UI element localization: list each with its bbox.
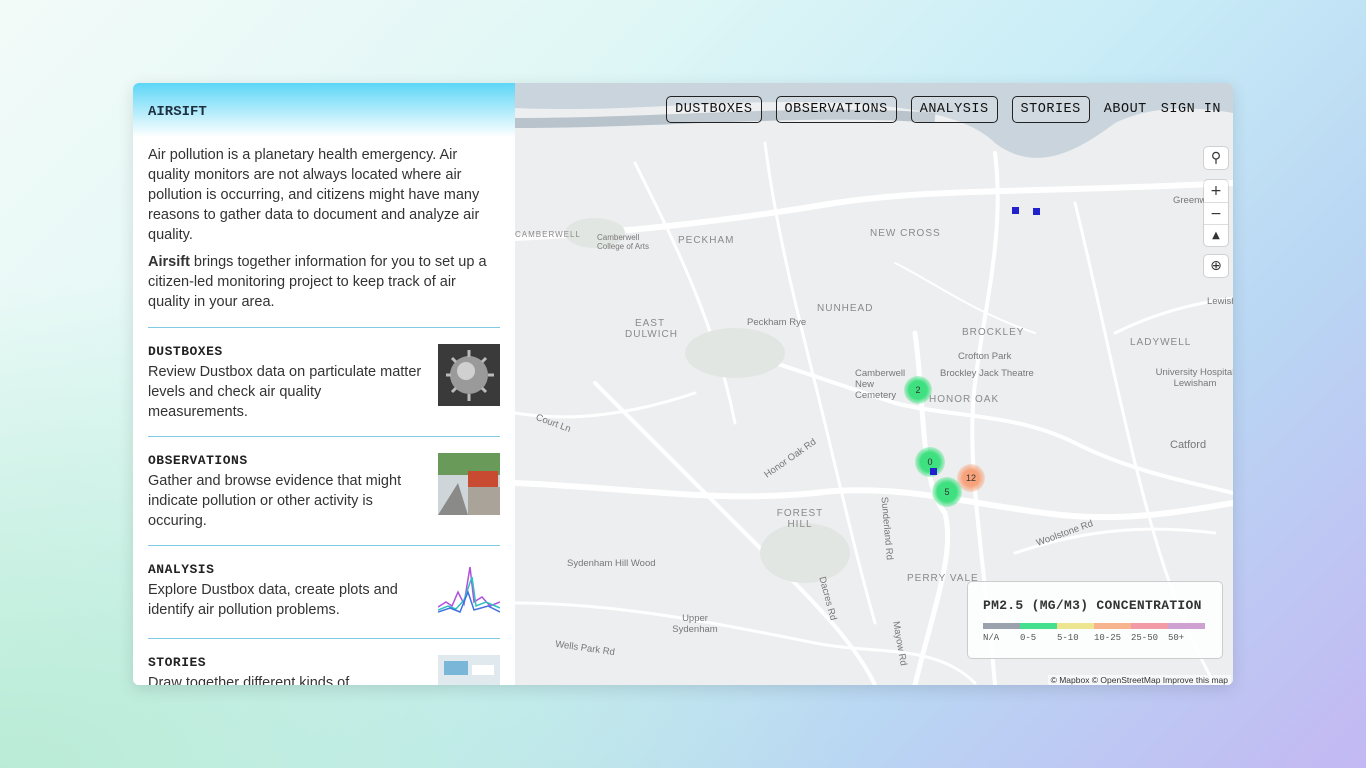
dustbox-marker[interactable] — [930, 468, 937, 475]
intro-paragraph: Air pollution is a planetary health emer… — [148, 147, 480, 243]
legend-swatch — [1094, 623, 1131, 629]
map-label: CAMBERWELL — [515, 230, 581, 239]
geolocate-button[interactable]: ⊕ — [1204, 255, 1228, 277]
map-label: FOREST HILL — [776, 508, 824, 530]
section-dustboxes[interactable]: DUSTBOXES Review Dustbox data on particul… — [148, 327, 500, 436]
legend-tick: 5-10 — [1057, 633, 1079, 643]
section-title: ANALYSIS — [148, 562, 215, 577]
dust-particle-image — [438, 344, 500, 406]
legend-tick: N/A — [983, 633, 1000, 643]
section-text: Review Dustbox data on particulate matte… — [148, 364, 422, 420]
legend-title: PM2.5 (MG/M3) CONCENTRATION — [983, 598, 1202, 613]
analysis-plot-image — [438, 562, 500, 624]
section-text: Gather and browse evidence that might in… — [148, 473, 402, 529]
map-label: Catford — [1170, 439, 1207, 451]
map-zoom-controls: + − ▲ — [1204, 180, 1228, 246]
brand-logo[interactable]: AIRSIFT — [148, 104, 207, 120]
map-label: Sydenham Hill Wood — [567, 558, 656, 569]
legend-tick: 50+ — [1168, 633, 1185, 643]
intro-text: brings together information for you to s… — [148, 254, 487, 310]
map-label: NEW CROSS — [870, 228, 941, 239]
intro-paragraph-2: Airsift brings together information for … — [148, 252, 500, 312]
map-label: PECKHAM — [678, 235, 735, 246]
map[interactable]: NUNHEAD Peckham Rye BROCKLEY Crofton Par… — [515, 83, 1233, 685]
map-label: Brockley Jack Theatre — [940, 368, 1034, 379]
section-stories[interactable]: STORIES Draw together different kinds of — [148, 638, 500, 685]
top-nav: DUSTBOXES OBSERVATIONS ANALYSIS STORIES … — [666, 96, 1221, 123]
zoom-out-button[interactable]: − — [1204, 202, 1228, 224]
zoom-in-button[interactable]: + — [1204, 180, 1228, 202]
cluster-marker[interactable]: 5 — [932, 477, 962, 507]
nav-analysis[interactable]: ANALYSIS — [910, 96, 998, 123]
legend-ticks: N/A 0-5 5-10 10-25 25-50 50+ — [983, 633, 1207, 643]
section-text: Draw together different kinds of — [148, 675, 350, 685]
map-label: Upper Sydenham — [672, 613, 718, 635]
map-label: EAST DULWICH — [625, 318, 678, 340]
nav-observations[interactable]: OBSERVATIONS — [775, 96, 897, 123]
legend-color-bar — [983, 623, 1207, 629]
stories-image — [438, 655, 500, 685]
legend-tick: 0-5 — [1020, 633, 1037, 643]
section-text: Explore Dustbox data, create plots and i… — [148, 582, 398, 618]
app-window: AIRSIFT Air pollution is a planetary hea… — [133, 83, 1233, 685]
geolocate-icon: ⊕ — [1210, 258, 1222, 274]
legend-swatch — [1020, 623, 1057, 629]
pm25-legend: PM2.5 (MG/M3) CONCENTRATION N/A 0-5 5-10 10… — [967, 581, 1223, 659]
legend-tick: 10-25 — [1094, 633, 1122, 643]
nav-sign-in[interactable]: SIGN IN — [1161, 102, 1221, 117]
legend-swatch — [1168, 623, 1205, 629]
sidebar-header: AIRSIFT — [133, 83, 515, 137]
map-label: Camberwell College of Arts — [597, 233, 650, 251]
section-observations[interactable]: OBSERVATIONS Gather and browse evidence t… — [148, 436, 500, 545]
search-icon: ⚲ — [1210, 150, 1222, 166]
map-label: Peckham Rye — [747, 317, 807, 328]
section-title: STORIES — [148, 655, 207, 670]
sidebar: AIRSIFT Air pollution is a planetary hea… — [133, 83, 515, 685]
legend-swatch — [1131, 623, 1168, 629]
map-label: Crofton Park — [958, 351, 1012, 362]
map-label: University Hospital Lewisham — [1155, 367, 1233, 389]
section-title: OBSERVATIONS — [148, 453, 248, 468]
map-label: NUNHEAD — [817, 303, 874, 314]
section-analysis[interactable]: ANALYSIS Explore Dustbox data, create plo… — [148, 545, 500, 638]
compass-icon[interactable]: ▲ — [1204, 224, 1228, 246]
legend-tick: 25-50 — [1131, 633, 1159, 643]
map-attribution[interactable]: © Mapbox © OpenStreetMap Improve this ma… — [1047, 675, 1231, 685]
map-search-button[interactable]: ⚲ — [1204, 147, 1228, 169]
street-photo — [438, 453, 500, 515]
legend-swatch — [983, 623, 1020, 629]
airsift-bold: Airsift — [148, 254, 190, 270]
section-title: DUSTBOXES — [148, 344, 223, 359]
nav-about[interactable]: ABOUT — [1104, 102, 1147, 117]
dustbox-marker[interactable] — [1012, 207, 1019, 214]
map-label: Lewisham — [1207, 296, 1233, 307]
legend-swatch — [1057, 623, 1094, 629]
intro: Air pollution is a planetary health emer… — [133, 137, 515, 312]
map-label: LADYWELL — [1130, 337, 1192, 348]
dustbox-marker[interactable] — [1033, 208, 1040, 215]
cluster-marker[interactable]: 2 — [904, 376, 932, 404]
nav-stories[interactable]: STORIES — [1011, 96, 1090, 123]
nav-dustboxes[interactable]: DUSTBOXES — [666, 96, 762, 123]
map-label: HONOR OAK — [929, 394, 1000, 405]
map-label: BROCKLEY — [962, 327, 1025, 338]
